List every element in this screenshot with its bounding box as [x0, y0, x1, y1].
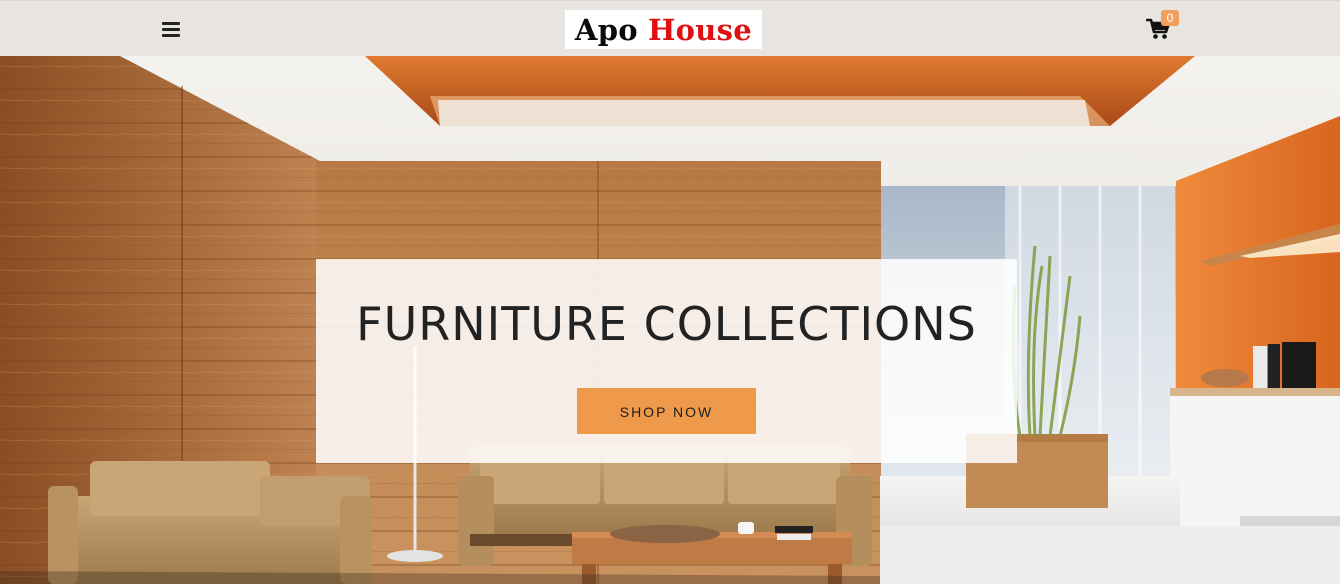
hamburger-menu-icon[interactable]: [160, 19, 182, 39]
site-header: Apo House 0: [0, 0, 1340, 56]
menu-bar: [162, 34, 180, 37]
shop-now-button[interactable]: SHOP NOW: [577, 388, 756, 434]
logo-word-house: House: [647, 12, 753, 47]
hero-title: FURNITURE COLLECTIONS: [356, 297, 977, 351]
cart-button[interactable]: 0: [1146, 10, 1180, 45]
menu-bar: [162, 28, 180, 31]
hero-caption-box: FURNITURE COLLECTIONS SHOP NOW: [316, 259, 1017, 463]
hero-banner: FURNITURE COLLECTIONS SHOP NOW: [0, 56, 1340, 584]
site-logo[interactable]: Apo House: [565, 10, 762, 49]
logo-word-apo: Apo: [574, 12, 638, 47]
menu-bar: [162, 22, 180, 25]
cart-count-badge: 0: [1161, 10, 1179, 26]
